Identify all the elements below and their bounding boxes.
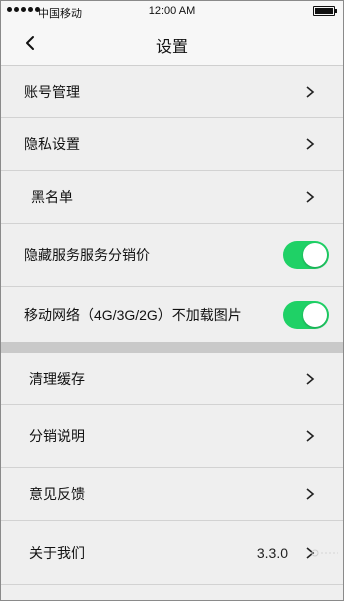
settings-item-label: 意见反馈 [29,486,85,502]
settings-item-feedback[interactable]: 意见反馈 [1,468,343,521]
settings-item-label: 隐藏服务服务分销价 [24,247,150,263]
no-images-toggle[interactable] [283,300,329,329]
status-time: 12:00 AM [148,5,196,17]
settings-item-label: 清理缓存 [29,370,85,387]
hide-price-toggle[interactable] [283,241,329,269]
settings-item-blacklist[interactable]: 黑名单 [1,171,343,224]
settings-item-hide-price: 隐藏服务服务分销价 [1,224,343,287]
settings-item-label: 账号管理 [24,83,80,100]
settings-item-label: 隐私设置 [24,136,80,152]
battery-icon [313,6,337,16]
app-version: 3.3.0 [256,544,288,561]
chevron-right-icon [306,488,315,500]
settings-item-clear-cache[interactable]: 清理缓存 [1,353,343,405]
faint-indicator-icon [311,549,338,556]
toggle-knob [303,302,327,327]
settings-item-label: 黑名单 [31,189,73,205]
settings-item-no-images: 移动网络（4G/3G/2G）不加载图片 [1,287,343,342]
settings-item-label: 分销说明 [29,428,85,444]
chevron-right-icon [306,372,315,385]
chevron-right-icon [306,85,315,98]
settings-item-account[interactable]: 账号管理 [1,66,343,118]
chevron-right-icon [306,138,315,150]
settings-item-label: 移动网络（4G/3G/2G）不加载图片 [24,306,242,323]
chevron-right-icon [306,430,315,442]
chevron-right-icon [306,191,315,203]
settings-item-distribution[interactable]: 分销说明 [1,405,343,468]
settings-item-about[interactable]: 关于我们 3.3.0 [1,521,343,585]
settings-item-label: 关于我们 [29,544,85,561]
toggle-knob [303,243,327,267]
page-title: 设置 [155,39,188,56]
section-divider [1,342,343,353]
settings-item-privacy[interactable]: 隐私设置 [1,118,343,171]
status-bar: 中国移动 12:00 AM [1,1,343,21]
navigation-bar: 设置 [1,21,343,66]
settings-screen: 中国移动 12:00 AM 设置 账号管理 隐私设置 黑名单 隐藏服务服务分销价… [0,0,344,601]
